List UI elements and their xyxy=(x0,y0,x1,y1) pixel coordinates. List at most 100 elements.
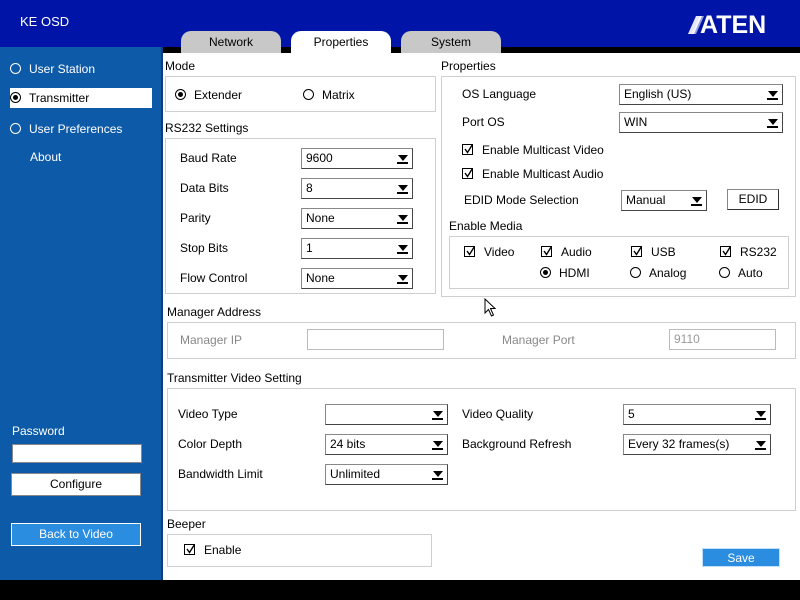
bandwidth-value: Unlimited xyxy=(330,467,381,481)
manager-ip-label: Manager IP xyxy=(180,333,243,347)
checkmark-icon xyxy=(462,168,474,179)
color-depth-value: 24 bits xyxy=(330,437,366,451)
video-setting-title: Transmitter Video Setting xyxy=(167,371,302,385)
media-audio-checkbox[interactable]: Audio xyxy=(541,245,592,259)
checkmark-icon xyxy=(462,144,474,155)
audio-auto-radio[interactable]: Auto xyxy=(719,266,763,280)
sidebar-item-transmitter[interactable]: Transmitter xyxy=(10,88,152,108)
radio-icon xyxy=(175,89,186,100)
back-to-video-button[interactable]: Back to Video xyxy=(11,523,141,546)
sidebar-item-label: Transmitter xyxy=(29,91,90,105)
port-os-value: WIN xyxy=(624,115,648,129)
video-type-select[interactable] xyxy=(325,404,448,425)
port-os-select[interactable]: WIN xyxy=(619,112,783,133)
os-language-value: English (US) xyxy=(624,87,692,101)
configure-button[interactable]: Configure xyxy=(11,473,141,496)
audio-analog-radio[interactable]: Analog xyxy=(630,266,686,280)
dropdown-arrow-icon xyxy=(395,241,410,256)
multicast-video-checkbox[interactable]: Enable Multicast Video xyxy=(462,143,604,157)
multicast-audio-checkbox[interactable]: Enable Multicast Audio xyxy=(462,167,603,181)
stop-bits-select[interactable]: 1 xyxy=(301,238,413,259)
tab-network[interactable]: Network xyxy=(181,31,281,53)
checkmark-icon xyxy=(631,246,643,257)
enable-media-title: Enable Media xyxy=(449,219,523,233)
multicast-video-label: Enable Multicast Video xyxy=(482,143,604,157)
color-depth-select[interactable]: 24 bits xyxy=(325,434,448,455)
edid-mode-value: Manual xyxy=(626,193,666,207)
edid-mode-select[interactable]: Manual xyxy=(621,190,707,211)
audio-hdmi-radio[interactable]: HDMI xyxy=(540,266,590,280)
dropdown-arrow-icon xyxy=(395,181,410,196)
dropdown-arrow-icon xyxy=(430,407,445,422)
dropdown-arrow-icon xyxy=(753,437,768,452)
checkmark-icon xyxy=(184,544,196,555)
mouse-cursor-icon xyxy=(484,298,497,317)
bandwidth-label: Bandwidth Limit xyxy=(178,467,263,481)
mode-matrix-radio[interactable]: Matrix xyxy=(303,88,355,102)
stop-bits-label: Stop Bits xyxy=(180,241,229,255)
data-bits-select[interactable]: 8 xyxy=(301,178,413,199)
radio-icon xyxy=(719,267,730,278)
mode-extender-radio[interactable]: Extender xyxy=(175,88,242,102)
manager-section-title: Manager Address xyxy=(167,305,262,319)
manager-port-label: Manager Port xyxy=(502,333,575,347)
properties-section-title: Properties xyxy=(441,59,496,73)
audio-analog-label: Analog xyxy=(649,266,687,280)
background-refresh-value: Every 32 frames(s) xyxy=(628,437,730,451)
mode-section-title: Mode xyxy=(165,59,196,73)
mode-matrix-label: Matrix xyxy=(322,88,355,102)
video-type-label: Video Type xyxy=(178,407,238,421)
password-input[interactable] xyxy=(12,444,142,463)
flow-control-label: Flow Control xyxy=(180,271,248,285)
video-quality-label: Video Quality xyxy=(462,407,534,421)
logo-text: ATEN xyxy=(700,11,766,36)
checkmark-icon xyxy=(464,246,476,257)
bandwidth-select[interactable]: Unlimited xyxy=(325,464,448,485)
flow-control-value: None xyxy=(306,271,335,285)
radio-icon xyxy=(630,267,641,278)
media-usb-checkbox[interactable]: USB xyxy=(631,245,676,259)
radio-icon xyxy=(540,267,551,278)
baud-rate-select[interactable]: 9600 xyxy=(301,148,413,169)
baud-rate-label: Baud Rate xyxy=(180,151,237,165)
media-rs232-checkbox[interactable]: RS232 xyxy=(720,245,777,259)
sidebar-item-label: User Station xyxy=(29,62,96,76)
video-quality-select[interactable]: 5 xyxy=(623,404,771,425)
edid-button[interactable]: EDID xyxy=(727,189,779,210)
checkmark-icon xyxy=(720,246,732,257)
edid-mode-label: EDID Mode Selection xyxy=(464,193,579,207)
dropdown-arrow-icon xyxy=(395,271,410,286)
os-language-select[interactable]: English (US) xyxy=(619,84,783,105)
parity-value: None xyxy=(306,211,335,225)
parity-select[interactable]: None xyxy=(301,208,413,229)
audio-auto-label: Auto xyxy=(738,266,763,280)
flow-control-select[interactable]: None xyxy=(301,268,413,289)
radio-icon xyxy=(10,92,21,103)
media-audio-label: Audio xyxy=(561,245,592,259)
media-rs232-label: RS232 xyxy=(740,245,777,259)
media-usb-label: USB xyxy=(651,245,676,259)
media-video-label: Video xyxy=(484,245,515,259)
sidebar-item-user-preferences[interactable]: User Preferences xyxy=(10,119,122,139)
save-button[interactable]: Save xyxy=(702,548,780,567)
dropdown-arrow-icon xyxy=(395,211,410,226)
rs232-section-title: RS232 Settings xyxy=(165,121,249,135)
dropdown-arrow-icon xyxy=(765,87,780,102)
checkmark-icon xyxy=(541,246,553,257)
radio-icon xyxy=(10,123,21,134)
background-refresh-select[interactable]: Every 32 frames(s) xyxy=(623,434,771,455)
media-video-checkbox[interactable]: Video xyxy=(464,245,514,259)
sidebar-item-user-station[interactable]: User Station xyxy=(10,59,95,79)
manager-ip-input[interactable] xyxy=(307,329,444,350)
tab-properties[interactable]: Properties xyxy=(291,31,391,55)
dropdown-arrow-icon xyxy=(395,151,410,166)
manager-port-input[interactable]: 9110 xyxy=(669,329,776,350)
beeper-enable-checkbox[interactable]: Enable xyxy=(184,543,241,557)
color-depth-label: Color Depth xyxy=(178,437,243,451)
radio-icon xyxy=(303,89,314,100)
tab-system[interactable]: System xyxy=(401,31,501,53)
aten-logo: ATEN xyxy=(688,11,766,36)
enable-media-box xyxy=(449,236,789,289)
background-refresh-label: Background Refresh xyxy=(462,437,572,451)
sidebar-item-about[interactable]: About xyxy=(30,147,61,167)
